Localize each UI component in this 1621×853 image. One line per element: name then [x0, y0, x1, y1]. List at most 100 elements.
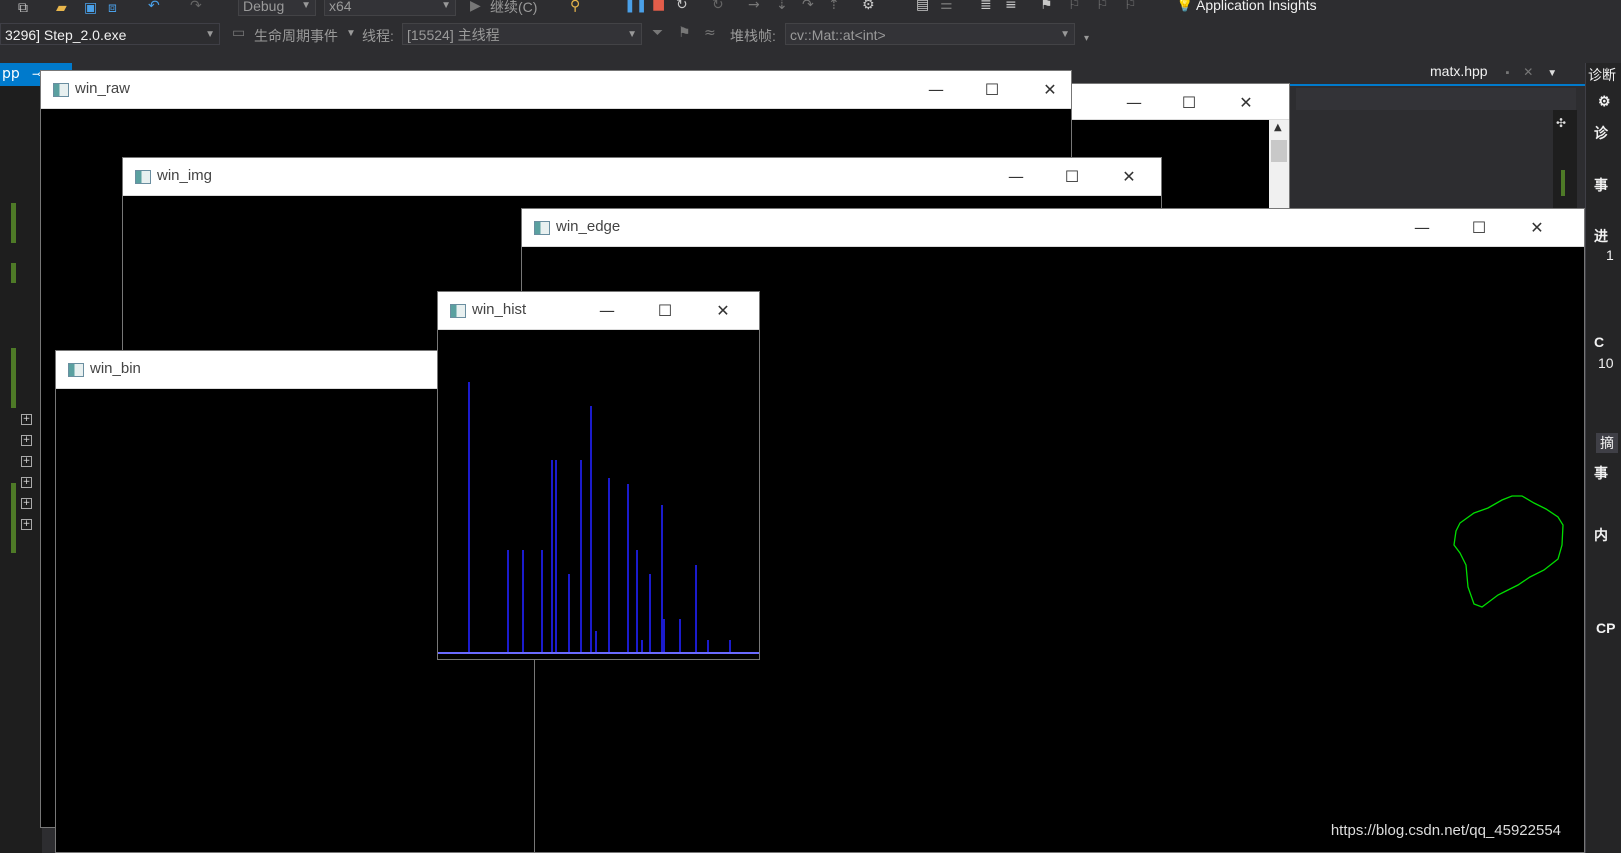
- cv-window-hist[interactable]: win_hist — ☐ ✕: [437, 291, 760, 660]
- prev-bookmark-icon[interactable]: ⚐: [1068, 0, 1081, 13]
- minimize-icon[interactable]: —: [1121, 90, 1147, 116]
- fold-expand-icon[interactable]: +: [21, 456, 32, 467]
- close-icon[interactable]: ✕: [1524, 215, 1550, 241]
- clear-bookmark-icon[interactable]: ⚐: [1124, 0, 1137, 13]
- restart-icon[interactable]: ↻: [676, 0, 688, 13]
- bookmark-icon[interactable]: ⚑: [1040, 0, 1053, 13]
- editor-tab-matx[interactable]: matx.hpp ▪ ✕ ▼: [1430, 63, 1557, 79]
- window-titlebar[interactable]: win_edge — ☐ ✕: [522, 209, 1584, 247]
- panel-item: 诊: [1594, 125, 1608, 141]
- scroll-up-icon[interactable]: ▲: [1274, 122, 1282, 133]
- app-icon: [53, 83, 69, 97]
- process-select[interactable]: 3296] Step_2.0.exe ▼: [0, 23, 220, 45]
- panel-item[interactable]: 内: [1594, 525, 1608, 545]
- app-icon: [450, 304, 466, 318]
- config-select[interactable]: Debug ▼: [238, 0, 316, 16]
- maximize-icon[interactable]: ☐: [979, 77, 1005, 103]
- threads-toggle-icon[interactable]: ≈: [704, 25, 716, 41]
- config-value: Debug: [243, 0, 285, 14]
- panel-item[interactable]: CP: [1596, 620, 1615, 636]
- editor-tab-label: matx.hpp: [1430, 63, 1488, 79]
- step-next-icon[interactable]: →: [748, 0, 760, 13]
- window-scrollbar[interactable]: ▲: [1269, 120, 1289, 212]
- change-marker: [11, 348, 16, 408]
- minimize-icon[interactable]: —: [594, 298, 620, 324]
- application-insights-button[interactable]: Application Insights: [1196, 0, 1317, 13]
- window-titlebar[interactable]: win_raw — ☐ ✕: [41, 71, 1071, 109]
- window-title: win_raw: [75, 80, 131, 97]
- minimize-icon[interactable]: —: [923, 77, 949, 103]
- fold-expand-icon[interactable]: +: [21, 414, 32, 425]
- platform-select[interactable]: x64 ▼: [324, 0, 456, 16]
- panel-item[interactable]: 事: [1594, 463, 1608, 483]
- lifecycle-events-button[interactable]: 生命周期事件: [254, 26, 338, 46]
- window-titlebar[interactable]: win_img — ☐ ✕: [123, 158, 1161, 196]
- step-into-icon[interactable]: ⇣: [776, 0, 788, 13]
- overflow-icon[interactable]: ▾: [1084, 33, 1089, 44]
- close-icon[interactable]: ✕: [1037, 77, 1063, 103]
- panel-item[interactable]: 进: [1594, 226, 1608, 246]
- fold-expand-icon[interactable]: +: [21, 519, 32, 530]
- save-all-icon[interactable]: ⧈: [108, 0, 117, 16]
- new-project-icon[interactable]: ⧉: [18, 0, 28, 16]
- find-icon[interactable]: ⚲: [570, 0, 580, 14]
- flag-filter-icon[interactable]: ⚑: [678, 25, 691, 41]
- undo-icon[interactable]: ↶: [148, 0, 160, 14]
- filter-icon[interactable]: ⏷: [652, 25, 663, 41]
- continue-button[interactable]: 继续(C): [490, 0, 537, 17]
- pause-icon[interactable]: ❚❚: [624, 0, 647, 13]
- gear-icon[interactable]: ⚙: [1598, 93, 1611, 110]
- panel-item[interactable]: 事: [1594, 175, 1608, 195]
- member-dropdown[interactable]: [1296, 88, 1576, 110]
- window-canvas: [438, 330, 759, 659]
- scroll-thumb[interactable]: [1271, 140, 1287, 162]
- redo-icon[interactable]: ↷: [190, 0, 202, 14]
- editor-gutter: + + + + + +: [0, 63, 42, 853]
- refresh-icon[interactable]: ↻: [712, 0, 724, 13]
- minimize-icon[interactable]: —: [1409, 215, 1435, 241]
- stackframe-select[interactable]: cv::Mat::at<int> ▼: [785, 23, 1075, 45]
- thread-select[interactable]: [15524] 主线程 ▼: [402, 23, 642, 45]
- chevron-down-icon: ▼: [1060, 29, 1070, 40]
- window-titlebar[interactable]: win_hist — ☐ ✕: [438, 292, 759, 330]
- fold-expand-icon[interactable]: +: [21, 435, 32, 446]
- maximize-icon[interactable]: ☐: [1059, 164, 1085, 190]
- stackframe-value: cv::Mat::at<int>: [790, 27, 886, 43]
- fold-expand-icon[interactable]: +: [21, 477, 32, 488]
- hex-icon[interactable]: ⚙: [862, 0, 875, 13]
- split-icon[interactable]: ✣: [1556, 116, 1566, 130]
- close-icon[interactable]: ✕: [710, 298, 736, 324]
- close-icon[interactable]: ✕: [1116, 164, 1142, 190]
- next-bookmark-icon[interactable]: ⚐: [1096, 0, 1109, 13]
- window-titlebar[interactable]: — ☐ ✕: [1061, 84, 1289, 120]
- panel-tab[interactable]: 摘: [1596, 433, 1618, 453]
- toolbar-top: ⧉ ▰ ▣ ⧈ ↶ ↷ Debug ▼ x64 ▼ ▶ 继续(C) ⚲ ❚❚ ■ ↻…: [0, 0, 1621, 21]
- step-over-icon[interactable]: ↷: [802, 0, 814, 13]
- play-icon[interactable]: ▶: [470, 0, 481, 14]
- minimize-icon[interactable]: —: [1003, 164, 1029, 190]
- uncomment-icon[interactable]: ≡: [1005, 0, 1017, 13]
- fold-expand-icon[interactable]: +: [21, 498, 32, 509]
- maximize-icon[interactable]: ☐: [1466, 215, 1492, 241]
- step-out-icon[interactable]: ⇡: [828, 0, 840, 13]
- platform-value: x64: [329, 0, 352, 14]
- maximize-icon[interactable]: ☐: [1176, 90, 1202, 116]
- maximize-icon[interactable]: ☐: [652, 298, 678, 324]
- close-icon[interactable]: ✕: [1523, 65, 1533, 79]
- pin-icon[interactable]: ▪: [1505, 67, 1509, 79]
- open-folder-icon[interactable]: ▰: [56, 0, 67, 16]
- save-icon[interactable]: ▣: [84, 0, 97, 16]
- stop-icon[interactable]: ■: [652, 0, 665, 13]
- indent-icon[interactable]: ☰: [940, 0, 953, 13]
- lifecycle-icon: ▭: [232, 25, 246, 41]
- comment-icon[interactable]: ≣: [980, 0, 992, 13]
- chevron-down-icon: ▼: [301, 0, 311, 11]
- thread-value: [15524] 主线程: [407, 27, 500, 43]
- chevron-down-icon[interactable]: ▼: [1547, 68, 1557, 79]
- thread-caption: 线程:: [362, 28, 394, 44]
- lightbulb-icon: 💡: [1176, 0, 1194, 13]
- panel-item[interactable]: C: [1594, 334, 1604, 350]
- process-value: 3296] Step_2.0.exe: [5, 27, 127, 43]
- threads-icon[interactable]: ▤: [916, 0, 929, 13]
- close-icon[interactable]: ✕: [1233, 90, 1259, 116]
